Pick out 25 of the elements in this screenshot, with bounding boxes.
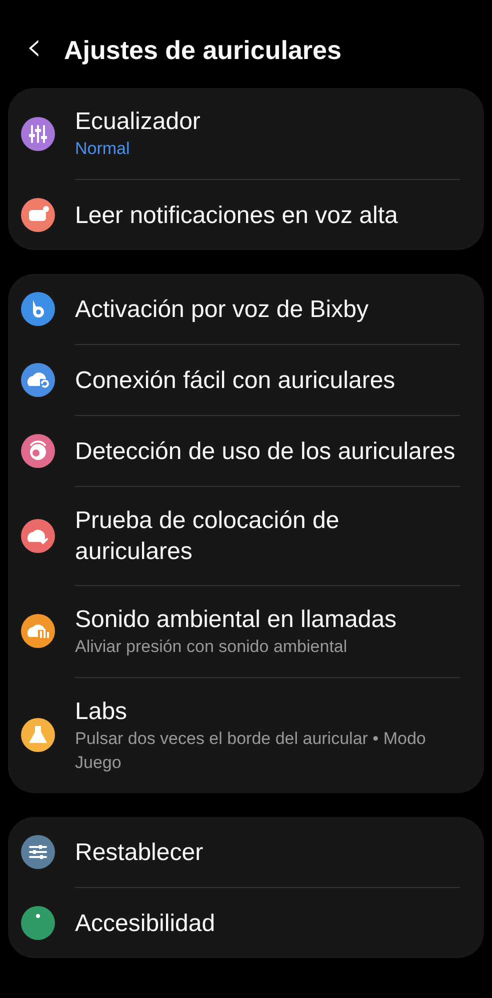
item-description: Pulsar dos veces el borde del auricular • Modo Juego (75, 728, 427, 774)
item-title: Restablecer (75, 838, 204, 868)
item-title: Leer notificaciones en voz alta (75, 200, 399, 230)
item-description: Aliviar presión con sonido ambiental (75, 636, 348, 658)
settings-item[interactable]: Conexión fácil con auriculares (20, 344, 460, 415)
settings-item[interactable]: Labs Pulsar dos veces el borde del auricular • Modo Juego (20, 677, 460, 793)
settings-item[interactable]: Sonido ambiental en llamadas Aliviar presión con sonido ambiental (20, 585, 460, 677)
current-value: Normal (75, 138, 131, 160)
item-title: Conexión fácil con auriculares (75, 366, 396, 396)
settings-item[interactable]: Restablecer (20, 817, 460, 887)
item-title: Activación por voz de Bixby (75, 294, 370, 324)
item-title: Detección de uso de los auriculares (75, 436, 456, 466)
item-title: Labs (75, 697, 128, 727)
item-title: Accesibilidad (75, 908, 216, 938)
settings-item[interactable]: Activación por voz de Bixby (20, 274, 460, 344)
settings-item[interactable]: Prueba de colocación de auriculares (20, 486, 460, 585)
back-button[interactable]: ‹ (0, 27, 64, 73)
item-title: Ecualizador (75, 107, 202, 137)
settings-item[interactable]: Accesibilidad (20, 887, 460, 958)
screen-title: Ajustes de auriculares (64, 34, 342, 66)
settings-item[interactable]: Ecualizador Normal (20, 88, 460, 179)
item-title: Prueba de colocación de auriculares (75, 506, 340, 567)
item-title: Sonido ambiental en llamadas (75, 605, 398, 635)
settings-item[interactable]: Detección de uso de los auriculares (20, 415, 460, 486)
settings-item[interactable]: Leer notificaciones en voz alta (20, 179, 460, 250)
